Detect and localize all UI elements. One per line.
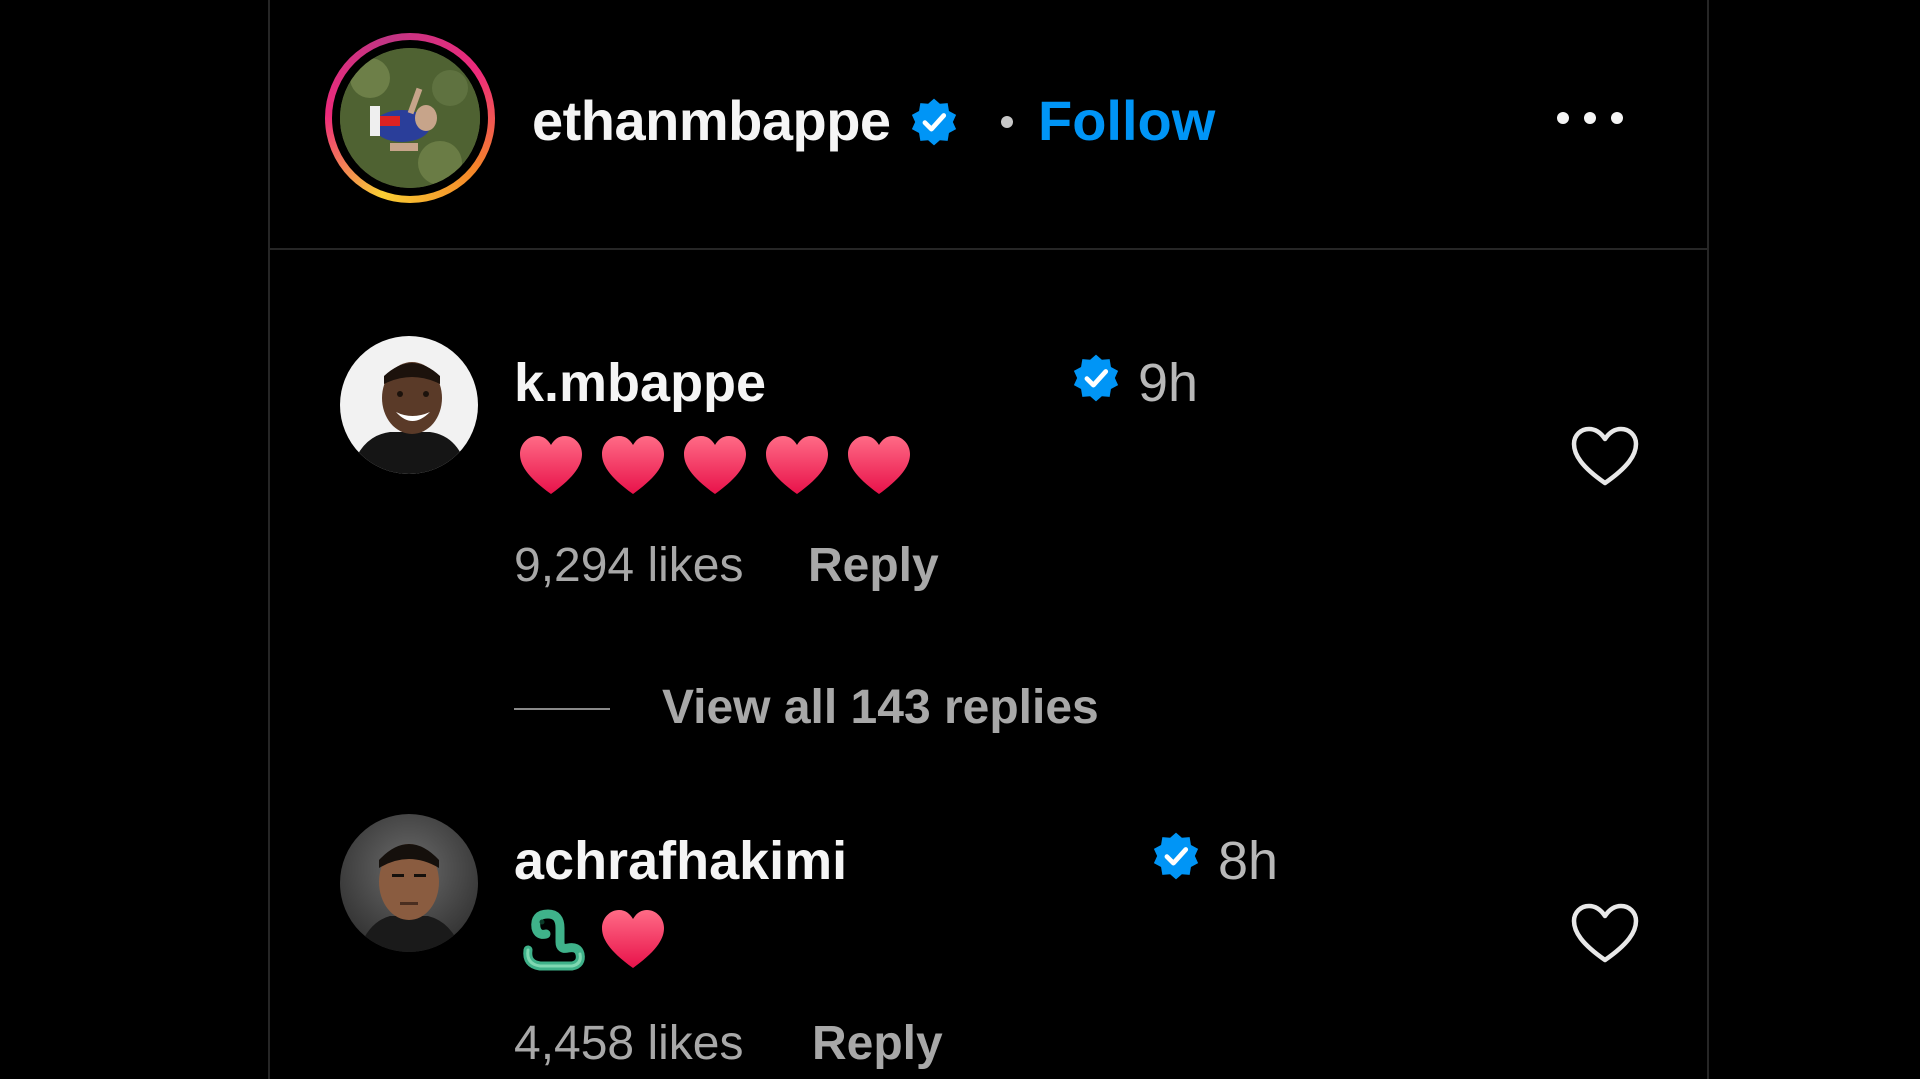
red-heart-icon: [602, 910, 664, 968]
comment-timestamp: 9h: [1138, 353, 1199, 413]
reply-button[interactable]: Reply: [812, 1016, 943, 1071]
author-avatar[interactable]: [325, 33, 495, 203]
comment-text: [520, 432, 930, 503]
snake-icon: [523, 909, 585, 971]
author-avatar-photo: [340, 48, 480, 188]
post-header: ethanmbappe Follow: [270, 0, 1707, 250]
red-heart-icon: [766, 436, 828, 494]
post-author-username[interactable]: ethanmbappe: [532, 88, 891, 153]
comment-likes-count[interactable]: 9,294 likes: [514, 538, 743, 593]
verified-badge-icon: [1073, 354, 1119, 402]
reply-button[interactable]: Reply: [808, 538, 939, 593]
red-heart-icon: [602, 436, 664, 494]
commenter-avatar[interactable]: [340, 814, 478, 952]
red-heart-icon: [848, 436, 910, 494]
red-heart-icon: [684, 436, 746, 494]
verified-badge-icon: [1153, 832, 1199, 880]
comment-username[interactable]: achrafhakimi: [514, 830, 847, 892]
comment-timestamp: 8h: [1218, 831, 1279, 891]
red-heart-icon: [520, 436, 582, 494]
replies-divider-line: [514, 708, 610, 710]
commenter-avatar[interactable]: [340, 336, 478, 474]
like-heart-icon[interactable]: [1570, 425, 1640, 489]
more-options-icon[interactable]: [1550, 98, 1630, 138]
separator-dot: [1001, 116, 1013, 128]
comment-likes-count[interactable]: 4,458 likes: [514, 1016, 743, 1071]
comment-text: [520, 906, 680, 977]
like-heart-icon[interactable]: [1570, 902, 1640, 966]
view-replies-label: View all 143 replies: [662, 681, 1099, 734]
post-panel: ethanmbappe Follow k.mbappe 9h 9,294 lik…: [268, 0, 1709, 1079]
comment-username[interactable]: k.mbappe: [514, 352, 766, 414]
follow-button[interactable]: Follow: [1038, 88, 1215, 153]
verified-badge-icon: [911, 98, 957, 146]
